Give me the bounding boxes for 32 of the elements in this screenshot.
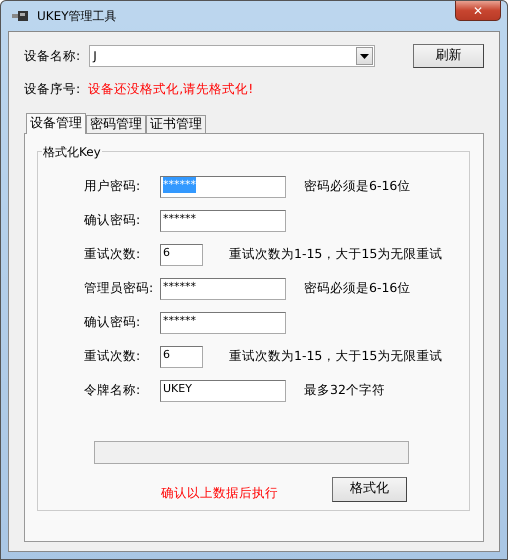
tab[interactable]: 密码管理: [86, 114, 146, 133]
field-hint: 最多32个字符: [304, 381, 385, 400]
field-hint: 密码必须是6-16位: [304, 279, 410, 298]
field-label: 确认密码:: [84, 313, 142, 332]
field-label: 用户密码:: [84, 177, 142, 196]
usb-key-icon: [11, 9, 29, 23]
window-title: UKEY管理工具: [37, 8, 117, 25]
input-field[interactable]: 6: [160, 244, 203, 266]
device-name-dropdown[interactable]: J: [89, 45, 375, 67]
confirm-hint: 确认以上数据后执行: [161, 484, 278, 502]
input-field[interactable]: UKEY: [160, 380, 286, 402]
close-button[interactable]: ✕: [455, 1, 501, 21]
serial-status-text: 设备还没格式化,请先格式化!: [88, 80, 254, 98]
refresh-button[interactable]: 刷新: [412, 44, 484, 68]
tab[interactable]: 设备管理: [26, 112, 86, 134]
dropdown-arrow-icon: [360, 54, 369, 58]
field-hint: 重试次数为1-15，大于15为无限重试: [229, 245, 442, 264]
input-field[interactable]: ******: [160, 312, 286, 334]
field-hint: 重试次数为1-15，大于15为无限重试: [229, 347, 442, 366]
format-button[interactable]: 格式化: [332, 476, 407, 502]
field-label: 令牌名称:: [84, 381, 142, 400]
field-label: 管理员密码:: [84, 279, 154, 298]
input-field[interactable]: ******: [160, 278, 286, 300]
input-field[interactable]: ******: [160, 210, 286, 232]
field-label: 重试次数:: [84, 245, 142, 264]
tab[interactable]: 证书管理: [146, 114, 206, 133]
serial-label: 设备序号:: [24, 80, 80, 98]
field-label: 确认密码:: [84, 211, 142, 230]
field-hint: 密码必须是6-16位: [304, 177, 410, 196]
input-field[interactable]: 6: [160, 346, 203, 368]
field-label: 重试次数:: [84, 347, 142, 366]
device-name-label: 设备名称:: [24, 46, 80, 65]
